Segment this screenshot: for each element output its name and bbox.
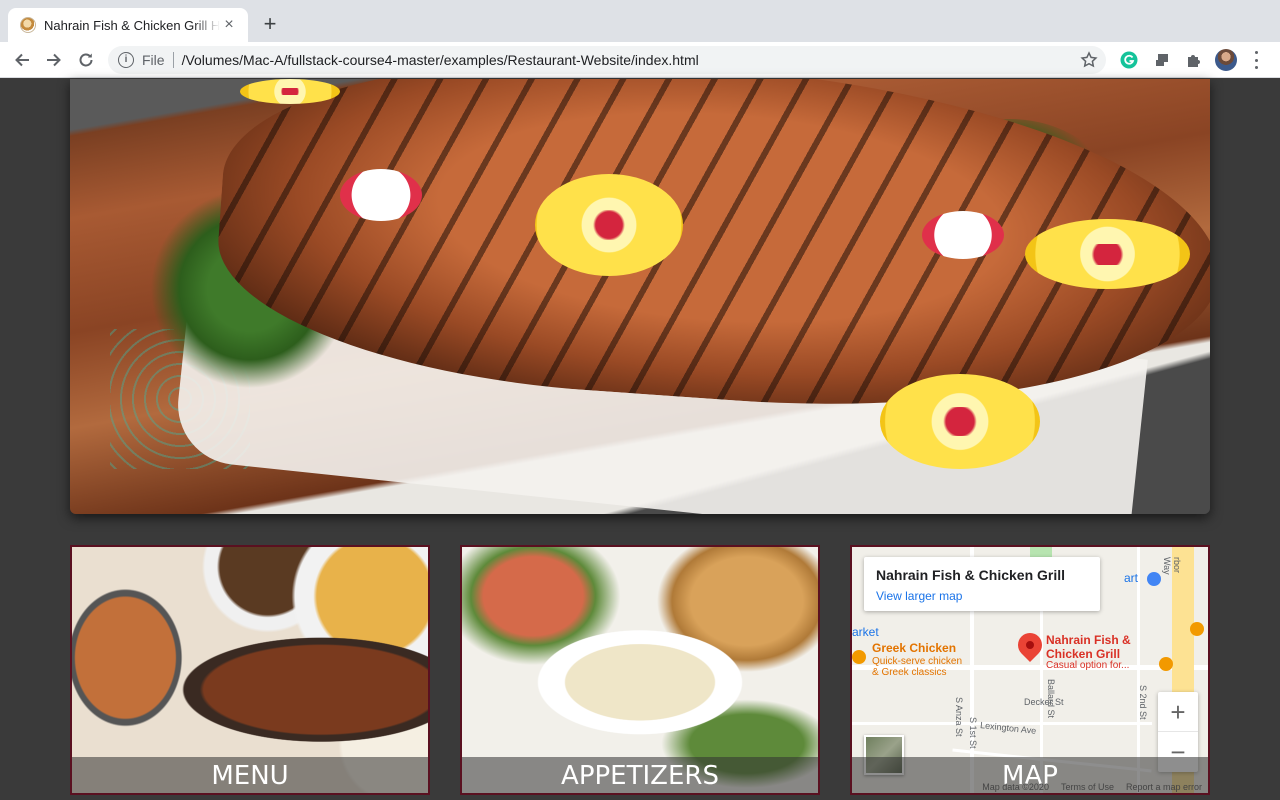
poi-title[interactable]: Greek Chicken — [872, 641, 956, 655]
poi-subtitle: & Greek classics — [872, 667, 947, 678]
radish-slice — [922, 211, 1004, 259]
site-favicon-icon — [20, 17, 36, 33]
browser-tab[interactable]: Nahrain Fish & Chicken Grill Home × — [8, 8, 248, 42]
browser-toolbar: i File /Volumes/Mac-A/fullstack-course4-… — [0, 42, 1280, 78]
marker-title[interactable]: Chicken Grill — [1046, 647, 1120, 661]
map-street-label: Ballard St — [1046, 679, 1056, 719]
forward-arrow-icon[interactable] — [42, 48, 66, 72]
lemon-slice — [880, 374, 1040, 469]
tab-close-icon[interactable]: × — [220, 16, 238, 34]
restaurant-poi-icon[interactable] — [1190, 622, 1204, 636]
appetizers-tile[interactable]: APPETIZERS — [460, 545, 820, 795]
browser-tab-strip: Nahrain Fish & Chicken Grill Home × + — [0, 0, 1280, 42]
address-bar[interactable]: i File /Volumes/Mac-A/fullstack-course4-… — [108, 46, 1106, 74]
url-scheme-label: File — [142, 52, 165, 68]
cast-extension-icon[interactable] — [1153, 51, 1171, 69]
menu-tile[interactable]: MENU — [70, 545, 430, 795]
lemon-slice — [240, 79, 340, 104]
map-tile[interactable]: arket art rbor Way Decker St Lexington A… — [850, 545, 1210, 795]
info-window-title: Nahrain Fish & Chicken Grill — [876, 567, 1066, 583]
marker-subtitle: Casual option for... — [1046, 660, 1130, 671]
marker-title[interactable]: Nahrain Fish & — [1046, 633, 1131, 647]
shopping-cart-icon[interactable] — [1147, 572, 1161, 586]
back-arrow-icon[interactable] — [10, 48, 34, 72]
grammarly-extension-icon[interactable] — [1120, 51, 1138, 69]
new-tab-button[interactable]: + — [258, 12, 282, 36]
map-footer: Map data ©2020 Terms of Use Report a map… — [982, 782, 1202, 792]
map-street-label: S Anza St — [954, 697, 964, 737]
profile-avatar[interactable] — [1215, 49, 1237, 71]
map-street-label: S 2nd St — [1138, 685, 1148, 720]
map-info-window: Nahrain Fish & Chicken Grill View larger… — [864, 557, 1100, 611]
restaurant-poi-icon[interactable] — [852, 650, 866, 664]
restaurant-poi-icon[interactable] — [1159, 657, 1173, 671]
bookmark-star-icon[interactable] — [1080, 51, 1098, 69]
map-data-attribution: Map data ©2020 — [982, 782, 1049, 792]
map-street-label: Decker St — [1024, 697, 1064, 707]
terms-of-use-link[interactable]: Terms of Use — [1061, 782, 1114, 792]
radish-slice — [340, 169, 422, 221]
lemon-slice — [535, 174, 683, 276]
map-place-label: art — [1124, 571, 1139, 585]
browser-menu-icon[interactable] — [1252, 51, 1260, 69]
report-map-error-link[interactable]: Report a map error — [1126, 782, 1202, 792]
appetizers-tile-caption[interactable]: APPETIZERS — [462, 757, 818, 793]
map-street-label: S 1st St — [968, 717, 978, 749]
reload-icon[interactable] — [74, 48, 98, 72]
view-larger-map-link[interactable]: View larger map — [876, 589, 1088, 603]
hero-grilled-fish-image — [70, 79, 1210, 514]
map-place-label: arket — [852, 625, 879, 639]
lemon-slice — [1025, 219, 1190, 289]
zoom-in-button[interactable]: + — [1158, 692, 1198, 732]
url-text[interactable]: /Volumes/Mac-A/fullstack-course4-master/… — [182, 52, 699, 68]
extensions-puzzle-icon[interactable] — [1185, 51, 1203, 69]
poi-subtitle: Quick-serve chicken — [872, 656, 963, 667]
map-street-label: rbor Way — [1162, 557, 1182, 575]
tab-title: Nahrain Fish & Chicken Grill Home — [44, 17, 220, 33]
menu-tile-caption[interactable]: MENU — [72, 757, 428, 793]
url-separator — [172, 52, 174, 68]
site-info-icon[interactable]: i — [118, 52, 134, 68]
